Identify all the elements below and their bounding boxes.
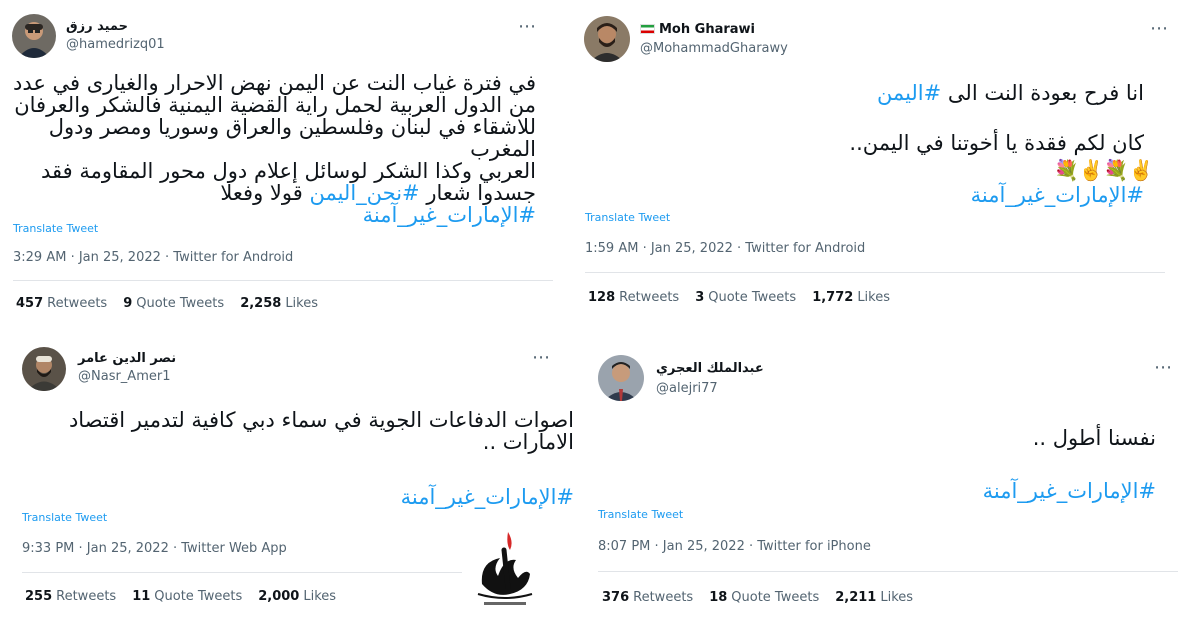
likes-stat[interactable]: 2,258 Likes — [240, 296, 318, 311]
tweet-line: نفسنا أطول .. — [1032, 426, 1156, 450]
user-avatar-icon — [584, 16, 630, 62]
news-outlet-logo — [470, 528, 540, 610]
hashtag-link[interactable]: #الإمارات_غير_آمنة — [596, 480, 1156, 502]
emoji-row: 💐✌️💐✌️ — [1054, 158, 1154, 182]
tweet-card-mohammadgharawy[interactable]: Moh Gharawi @MohammadGharawy ⋯ انا فرح ب… — [576, 0, 1200, 325]
tweet-timestamp[interactable]: 9:33 PM · Jan 25, 2022 · Twitter Web App — [22, 541, 287, 556]
retweets-stat[interactable]: 128 Retweets — [588, 290, 679, 305]
user-avatar-icon — [598, 355, 644, 401]
divider — [598, 571, 1178, 572]
tweet-body: اصوات الدفاعات الجوية في سماء دبي كافية … — [10, 409, 574, 453]
tweet-body: انا فرح بعودة النت الى #اليمن — [596, 82, 1144, 104]
tweet-stats: 376 Retweets 18 Quote Tweets 2,211 Likes — [602, 590, 913, 605]
avatar[interactable] — [12, 14, 56, 58]
tweet-line: جسدوا شعار #نحن_اليمن قولا وفعلا — [10, 182, 536, 204]
display-name-row[interactable]: Moh Gharawi — [640, 22, 755, 37]
user-handle[interactable]: @MohammadGharawy — [640, 41, 788, 56]
user-avatar-icon — [12, 14, 56, 58]
tweet-stats: 255 Retweets 11 Quote Tweets 2,000 Likes — [25, 589, 336, 604]
translate-tweet-link[interactable]: Translate Tweet — [598, 508, 683, 521]
tweet-card-alejri[interactable]: عبدالملك العجري @alejri77 ⋯ نفسنا أطول .… — [576, 325, 1200, 625]
more-options-icon[interactable]: ⋯ — [1154, 359, 1173, 377]
likes-stat[interactable]: 1,772 Likes — [812, 290, 890, 305]
tweet-timestamp[interactable]: 3:29 AM · Jan 25, 2022 · Twitter for And… — [13, 250, 293, 265]
more-options-icon[interactable]: ⋯ — [532, 349, 551, 367]
likes-stat[interactable]: 2,211 Likes — [835, 590, 913, 605]
tweet-stats: 457 Retweets 9 Quote Tweets 2,258 Likes — [16, 296, 318, 311]
tweet-line: كان لكم فقدة يا أخوتنا في اليمن.. — [849, 131, 1144, 155]
tweet-stats: 128 Retweets 3 Quote Tweets 1,772 Likes — [588, 290, 890, 305]
user-avatar-icon — [22, 347, 66, 391]
more-options-icon[interactable]: ⋯ — [1150, 20, 1169, 38]
avatar[interactable] — [22, 347, 66, 391]
tweet-line: من الدول العربية لحمل راية القضية اليمني… — [14, 93, 536, 117]
translate-tweet-link[interactable]: Translate Tweet — [585, 211, 670, 224]
tweet-body: في فترة غياب النت عن اليمن نهض الاحرار و… — [10, 72, 536, 226]
hashtag-link[interactable]: #اليمن — [877, 81, 941, 105]
divider — [13, 280, 553, 281]
user-handle[interactable]: @hamedrizq01 — [66, 37, 165, 52]
display-name[interactable]: حميد رزق — [66, 19, 128, 34]
tweet-line: العربي وكذا الشكر لوسائل إعلام دول محور … — [40, 159, 536, 183]
retweets-stat[interactable]: 376 Retweets — [602, 590, 693, 605]
tweet-line: اصوات الدفاعات الجوية في سماء دبي كافية … — [68, 408, 574, 432]
user-handle[interactable]: @alejri77 — [656, 381, 718, 396]
quote-tweets-stat[interactable]: 9 Quote Tweets — [123, 296, 224, 311]
retweets-stat[interactable]: 255 Retweets — [25, 589, 116, 604]
tweet-text-fragment: انا فرح بعودة النت الى — [947, 81, 1144, 105]
tweet-text-fragment: جسدوا شعار — [426, 181, 536, 205]
tweet-line: في فترة غياب النت عن اليمن نهض الاحرار و… — [12, 71, 536, 95]
likes-stat[interactable]: 2,000 Likes — [258, 589, 336, 604]
logo-emblem-icon — [477, 532, 533, 605]
hashtag-link[interactable]: #الإمارات_غير_آمنة — [10, 486, 574, 508]
hashtag-link[interactable]: #نحن_اليمن — [309, 181, 419, 205]
tweet-line: انا فرح بعودة النت الى #اليمن — [596, 82, 1144, 104]
tweet-line: الامارات .. — [482, 430, 574, 454]
quote-tweets-stat[interactable]: 11 Quote Tweets — [132, 589, 242, 604]
tweet-line: للاشقاء في لبنان وفلسطين والعراق وسوريا … — [48, 115, 536, 161]
avatar[interactable] — [598, 355, 644, 401]
more-options-icon[interactable]: ⋯ — [518, 18, 537, 36]
display-name[interactable]: Moh Gharawi — [659, 22, 755, 37]
tweet-timestamp[interactable]: 1:59 AM · Jan 25, 2022 · Twitter for And… — [585, 241, 865, 256]
iran-flag-icon — [640, 24, 655, 34]
avatar[interactable] — [584, 16, 630, 62]
tweet-text-fragment: قولا وفعلا — [220, 181, 303, 205]
display-name[interactable]: نصر الدين عامر — [78, 351, 176, 366]
display-name[interactable]: عبدالملك العجري — [656, 361, 764, 376]
tweet-timestamp[interactable]: 8:07 PM · Jan 25, 2022 · Twitter for iPh… — [598, 539, 871, 554]
quote-tweets-stat[interactable]: 3 Quote Tweets — [695, 290, 796, 305]
retweets-stat[interactable]: 457 Retweets — [16, 296, 107, 311]
translate-tweet-link[interactable]: Translate Tweet — [13, 222, 98, 235]
divider — [22, 572, 462, 573]
translate-tweet-link[interactable]: Translate Tweet — [22, 511, 107, 524]
user-handle[interactable]: @Nasr_Amer1 — [78, 369, 170, 384]
quote-tweets-stat[interactable]: 18 Quote Tweets — [709, 590, 819, 605]
divider — [585, 272, 1165, 273]
tweet-card-hamedrizq[interactable]: حميد رزق @hamedrizq01 ⋯ في فترة غياب الن… — [0, 0, 576, 325]
hashtag-link[interactable]: #الإمارات_غير_آمنة — [596, 184, 1144, 206]
